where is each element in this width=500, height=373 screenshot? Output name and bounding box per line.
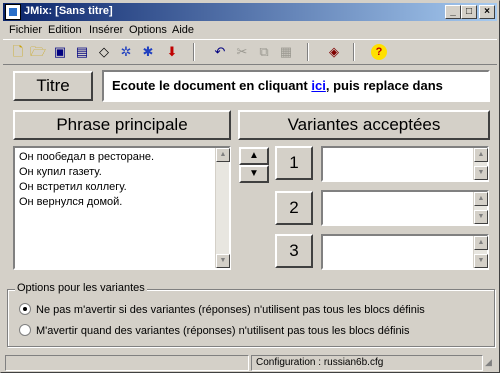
phrase-textarea[interactable]: Он пообедал в ресторане. Он купил газету… [13,146,231,270]
paste-icon[interactable]: ▦ [277,43,295,61]
move-up-button[interactable]: ▲ [239,147,269,165]
radio-checked-icon[interactable] [19,303,31,315]
web-icon[interactable]: ✲ [117,43,135,61]
help-icon[interactable]: ? [371,44,387,60]
option-warning[interactable]: M'avertir quand des variantes (réponses)… [19,324,410,337]
toolbar: 🗋 🗁 ▣ ▤ ◇ ✲ ✱ ⬇ ↶ ✂ ⧉ ▦ ◈ ? [3,39,497,65]
minimize-button[interactable]: _ [445,5,461,19]
titre-link[interactable]: ici [311,78,325,93]
arrow-up-icon: ▲ [249,150,259,161]
title-bar: JMix: [Sans titre] _ □ × [3,3,497,21]
options-legend: Options pour les variantes [15,282,147,294]
status-config: Configuration : russian6b.cfg [251,355,483,371]
variantes-label: Variantes acceptées [238,110,490,140]
cut-icon[interactable]: ✂ [233,43,251,61]
phrase-line: Он встретил коллегу. [19,181,127,193]
toolbar-separator [193,43,195,61]
menu-aide[interactable]: Aide [172,24,194,36]
phrase-line: Он пообедал в ресторане. [19,151,155,163]
titre-label: Titre [13,71,93,101]
titre-text-end: , puis replace dans [325,78,443,93]
status-panel-left [5,355,249,371]
app-icon [5,4,21,20]
scroll-up-icon[interactable]: ▲ [474,192,488,206]
variant-1-field[interactable]: ▲ ▼ [321,146,489,182]
resize-grip-icon[interactable]: ◢ [485,357,497,369]
menu-bar: Fichier Edition Insérer Options Aide [3,22,497,39]
web-alt-icon[interactable]: ✱ [139,43,157,61]
scroll-down-icon[interactable]: ▼ [216,254,230,268]
phrase-line: Он купил газету. [19,166,102,178]
menu-fichier[interactable]: Fichier [9,24,42,36]
scroll-up-icon[interactable]: ▲ [474,148,488,162]
menu-options[interactable]: Options [129,24,167,36]
scroll-down-icon[interactable]: ▼ [474,166,488,180]
export-icon[interactable]: ⬇ [163,43,181,61]
variant-2-button[interactable]: 2 [275,191,313,225]
clear-icon[interactable]: ◇ [95,43,113,61]
undo-icon[interactable]: ↶ [211,43,229,61]
titre-field[interactable]: Ecoute le document en cliquant ici, puis… [102,70,490,102]
copy-icon[interactable]: ⧉ [255,43,273,61]
scroll-down-icon[interactable]: ▼ [474,254,488,268]
scroll-down-icon[interactable]: ▼ [474,210,488,224]
new-icon[interactable]: 🗋 [9,43,27,61]
variant-scrollbar[interactable]: ▲ ▼ [473,192,488,224]
config-icon[interactable]: ◈ [325,43,343,61]
variant-2-field[interactable]: ▲ ▼ [321,190,489,226]
scroll-up-icon[interactable]: ▲ [474,236,488,250]
option-no-warning[interactable]: Ne pas m'avertir si des variantes (répon… [19,303,425,316]
variant-1-button[interactable]: 1 [275,146,313,180]
variant-3-field[interactable]: ▲ ▼ [321,234,489,270]
phrase-line: Он вернулся домой. [19,196,123,208]
option-no-warning-label: Ne pas m'avertir si des variantes (répon… [36,304,425,316]
open-icon[interactable]: 🗁 [29,43,47,61]
radio-unchecked-icon[interactable] [19,324,31,336]
move-down-button[interactable]: ▼ [239,165,269,183]
menu-edition[interactable]: Edition [48,24,82,36]
option-warning-label: M'avertir quand des variantes (réponses)… [36,325,410,337]
maximize-button[interactable]: □ [461,5,477,19]
save-icon[interactable]: ▣ [51,43,69,61]
arrow-down-icon: ▼ [249,168,259,179]
close-button[interactable]: × [479,5,495,19]
titre-text: Ecoute le document en cliquant [112,78,312,93]
toolbar-separator [307,43,309,61]
toolbar-separator [353,43,355,61]
save-as-icon[interactable]: ▤ [73,43,91,61]
app-window: JMix: [Sans titre] _ □ × Fichier Edition… [0,0,500,373]
variant-scrollbar[interactable]: ▲ ▼ [473,148,488,180]
menu-inserer[interactable]: Insérer [89,24,123,36]
scroll-up-icon[interactable]: ▲ [216,148,230,162]
phrase-scrollbar[interactable]: ▲ ▼ [215,148,230,268]
variant-3-button[interactable]: 3 [275,234,313,268]
window-title: JMix: [Sans titre] [24,5,113,17]
variant-scrollbar[interactable]: ▲ ▼ [473,236,488,268]
options-groupbox [7,289,495,347]
phrase-principale-label: Phrase principale [13,110,231,140]
